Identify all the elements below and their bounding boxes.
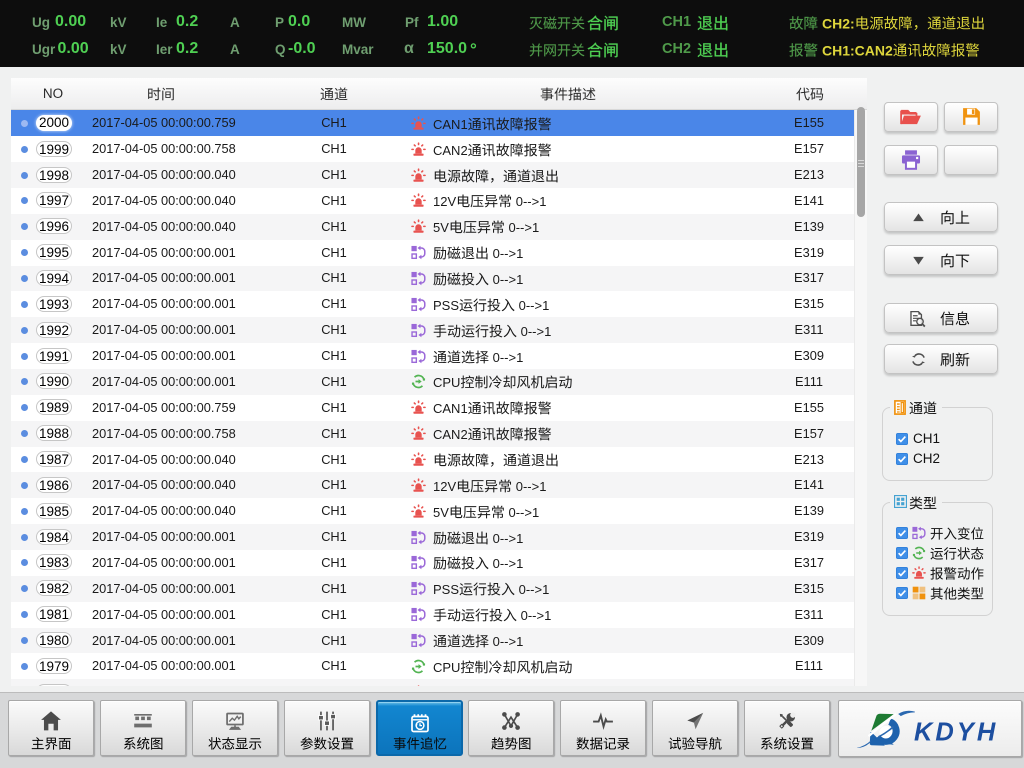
svg-text:0-->1: 0-->1: [493, 349, 524, 364]
svg-text:CAN2: CAN2: [433, 427, 468, 442]
svg-text:0-->1: 0-->1: [521, 608, 552, 623]
svg-text:0-->1: 0-->1: [493, 634, 524, 649]
svg-text:CAN1: CAN1: [433, 117, 468, 132]
svg-text:CAN2: CAN2: [433, 143, 468, 158]
svg-text:12V: 12V: [433, 194, 456, 209]
svg-text:0-->1: 0-->1: [516, 194, 547, 209]
svg-text:0-->1: 0-->1: [493, 530, 524, 545]
svg-text:0-->1: 0-->1: [493, 556, 524, 571]
svg-text:0-->1: 0-->1: [493, 246, 524, 261]
svg-text:PSS: PSS: [433, 582, 459, 597]
svg-text:KDYH: KDYH: [914, 719, 998, 747]
svg-text:CH1:CAN2: CH1:CAN2: [822, 42, 893, 58]
svg-text:0-->1: 0-->1: [519, 582, 550, 597]
svg-text:12V: 12V: [433, 479, 456, 494]
svg-text:5V: 5V: [433, 220, 449, 235]
svg-text:0-->1: 0-->1: [493, 272, 524, 287]
svg-text:0-->1: 0-->1: [521, 324, 552, 339]
svg-text:0-->1: 0-->1: [519, 298, 550, 313]
svg-text:PSS: PSS: [433, 298, 459, 313]
svg-text:CAN1: CAN1: [433, 401, 468, 416]
svg-text:0-->1: 0-->1: [509, 505, 540, 520]
svg-text:5V: 5V: [433, 505, 449, 520]
svg-text:CH2:: CH2:: [822, 15, 855, 31]
svg-text:0-->1: 0-->1: [516, 479, 547, 494]
svg-text:0-->1: 0-->1: [509, 220, 540, 235]
svg-text:CPU: CPU: [433, 660, 460, 675]
svg-text:CPU: CPU: [433, 375, 460, 390]
